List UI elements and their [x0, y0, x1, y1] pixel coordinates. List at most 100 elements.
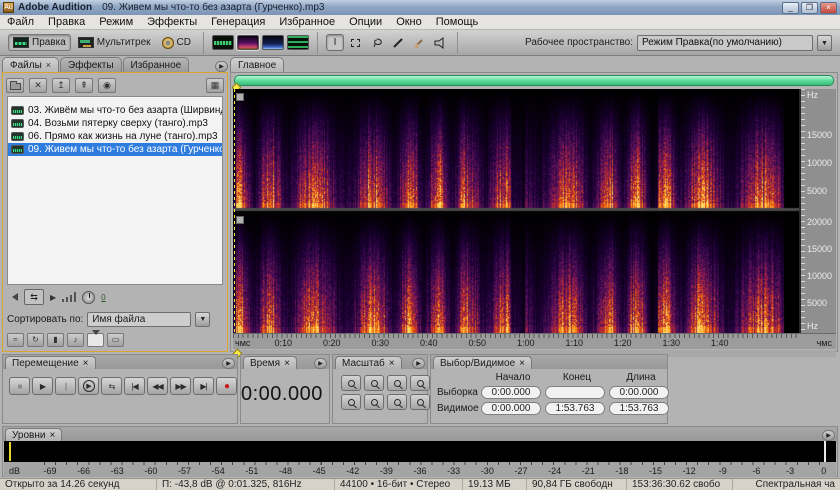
- menu-item[interactable]: Опции: [342, 16, 389, 28]
- selection-end-field[interactable]: [545, 386, 605, 399]
- loop-button[interactable]: ⇆: [101, 377, 122, 395]
- preview-play-button[interactable]: ▶: [50, 293, 56, 302]
- menu-item[interactable]: Правка: [41, 16, 92, 28]
- panel-menu-button[interactable]: ▶: [314, 358, 327, 369]
- advanced-options-toggle[interactable]: ▦: [206, 77, 224, 93]
- close-file-button[interactable]: ✕: [29, 77, 47, 93]
- preview-volume-dial[interactable]: [82, 290, 96, 304]
- cd-view-button[interactable]: CD: [158, 35, 195, 51]
- file-list-item[interactable]: 04. Возьми пятерку сверху (танго).mp3: [8, 117, 222, 130]
- fast-forward-button[interactable]: ▶▶: [170, 377, 191, 395]
- effects-paintbrush-tool[interactable]: [389, 34, 407, 51]
- lasso-selection-tool[interactable]: [368, 34, 386, 51]
- db-unit-label: dB: [9, 466, 21, 476]
- close-icon[interactable]: ×: [389, 358, 395, 369]
- menu-item[interactable]: Избранное: [272, 16, 342, 28]
- file-list-item[interactable]: 03. Живём мы что-то без азарта (Ширвиндт…: [8, 104, 222, 117]
- edit-view-button[interactable]: Правка: [8, 34, 71, 51]
- go-to-end-button[interactable]: ▶|: [193, 377, 214, 395]
- zoom-panel-tab[interactable]: Масштаб ×: [335, 356, 402, 369]
- view-end-field[interactable]: 1:53.763: [545, 402, 605, 415]
- file-list-item[interactable]: 09. Живем мы что-то без азарта (Гурченко…: [8, 143, 222, 156]
- menu-item[interactable]: Помощь: [429, 16, 486, 28]
- time-panel-tab[interactable]: Время ×: [243, 356, 297, 369]
- menu-item[interactable]: Эффекты: [140, 16, 204, 28]
- pause-button[interactable]: ∥: [55, 377, 76, 395]
- left-channel-toggle[interactable]: [236, 93, 244, 101]
- spectral-display[interactable]: [233, 89, 799, 333]
- tab-files[interactable]: Файлы ×: [2, 57, 60, 72]
- restore-button[interactable]: ❐: [801, 1, 818, 14]
- tab-favorites[interactable]: Избранное: [122, 57, 190, 72]
- db-tick-label: -9: [718, 466, 727, 476]
- show-markers-toggle[interactable]: ▭: [107, 333, 124, 347]
- show-loop-files-toggle[interactable]: ↻: [27, 333, 44, 347]
- extract-audio-button[interactable]: ◉: [98, 77, 116, 93]
- menu-item[interactable]: Генерация: [204, 16, 272, 28]
- menu-item[interactable]: Окно: [389, 16, 429, 28]
- sort-dropdown-arrow-icon[interactable]: ▼: [195, 311, 211, 327]
- play-button[interactable]: ▶: [32, 377, 53, 395]
- insert-into-multitrack-button[interactable]: ↥: [52, 77, 70, 93]
- show-midi-files-toggle[interactable]: ♪: [67, 333, 84, 347]
- close-icon[interactable]: ×: [49, 430, 55, 441]
- loop-preview-button[interactable]: ⇆: [24, 289, 44, 305]
- show-audio-files-toggle[interactable]: ≈: [7, 333, 24, 347]
- time-selection-tool[interactable]: I: [325, 34, 344, 51]
- frequency-ruler[interactable]: Hz 15000 10000 5000 20000 15000 10000 50…: [799, 89, 836, 333]
- selection-start-field[interactable]: 0:00.000: [481, 386, 541, 399]
- spectrogram[interactable]: [233, 89, 799, 333]
- db-tick-label: -3: [786, 466, 795, 476]
- insert-into-cd-button[interactable]: ⇞: [75, 77, 93, 93]
- spectral-pan-display-button[interactable]: [261, 35, 284, 50]
- workspace-dropdown-arrow-icon[interactable]: ▼: [817, 34, 832, 51]
- close-icon[interactable]: ×: [519, 358, 525, 369]
- menu-bar: Файл Правка Режим Эффекты Генерация Избранное…: [0, 15, 840, 30]
- minimize-button[interactable]: _: [782, 1, 799, 14]
- right-channel-toggle[interactable]: [236, 216, 244, 224]
- play-looped-button[interactable]: ▶: [78, 377, 99, 395]
- horizontal-overview-scrollbar[interactable]: [234, 75, 834, 86]
- close-icon[interactable]: ×: [83, 358, 89, 369]
- funnel-icon: [91, 330, 100, 344]
- tab-main[interactable]: Главное: [230, 57, 285, 72]
- transport-panel-tab[interactable]: Перемещение ×: [5, 356, 96, 369]
- spectral-phase-display-button[interactable]: [286, 35, 309, 50]
- marquee-selection-tool[interactable]: [347, 34, 365, 51]
- timeline-ruler[interactable]: чмс 0:10 0:20 0:30 0:40 0:50 1:00 1:10 1:20 1:30…: [233, 333, 836, 349]
- multitrack-view-button[interactable]: Мультитрек: [74, 35, 155, 50]
- show-video-files-toggle[interactable]: ▮: [47, 333, 64, 347]
- view-start-field[interactable]: 0:00.000: [481, 402, 541, 415]
- spot-healing-brush-tool[interactable]: [410, 34, 428, 51]
- menu-item[interactable]: Режим: [92, 16, 140, 28]
- playhead-line[interactable]: [234, 89, 235, 333]
- levels-panel-tab[interactable]: Уровни ×: [5, 428, 63, 441]
- panel-menu-button[interactable]: ▶: [215, 61, 228, 72]
- menu-item[interactable]: Файл: [0, 16, 41, 28]
- filter-options-toggle[interactable]: [87, 330, 104, 347]
- import-file-button[interactable]: [6, 77, 24, 93]
- rewind-button[interactable]: ◀◀: [147, 377, 168, 395]
- panel-menu-button[interactable]: ▶: [222, 358, 235, 369]
- workspace-select[interactable]: Режим Правка(по умолчанию): [637, 34, 813, 51]
- record-button[interactable]: ●: [216, 377, 237, 395]
- scrub-tool[interactable]: [431, 34, 449, 51]
- preview-volume-value[interactable]: 0: [101, 293, 105, 302]
- stop-button[interactable]: ■: [9, 377, 30, 395]
- selection-view-panel-tab[interactable]: Выбор/Видимое ×: [433, 356, 533, 369]
- mute-speaker-icon[interactable]: [8, 293, 18, 301]
- sort-select[interactable]: Имя файла: [87, 311, 192, 327]
- go-to-start-button[interactable]: |◀: [124, 377, 145, 395]
- panel-menu-button[interactable]: ▶: [822, 430, 835, 441]
- close-icon[interactable]: ×: [284, 358, 290, 369]
- level-meter[interactable]: [4, 441, 836, 462]
- close-button[interactable]: ×: [820, 1, 837, 14]
- panel-menu-button[interactable]: ▶: [412, 358, 425, 369]
- selection-length-field[interactable]: 0:00.000: [609, 386, 669, 399]
- view-length-field[interactable]: 1:53.763: [609, 402, 669, 415]
- tab-effects[interactable]: Эффекты: [60, 57, 122, 72]
- spectral-frequency-display-button[interactable]: [235, 34, 260, 51]
- file-list-item[interactable]: 06. Прямо как жизнь на луне (танго).mp3: [8, 130, 222, 143]
- waveform-display-button[interactable]: [211, 35, 234, 50]
- close-icon[interactable]: ×: [46, 60, 51, 70]
